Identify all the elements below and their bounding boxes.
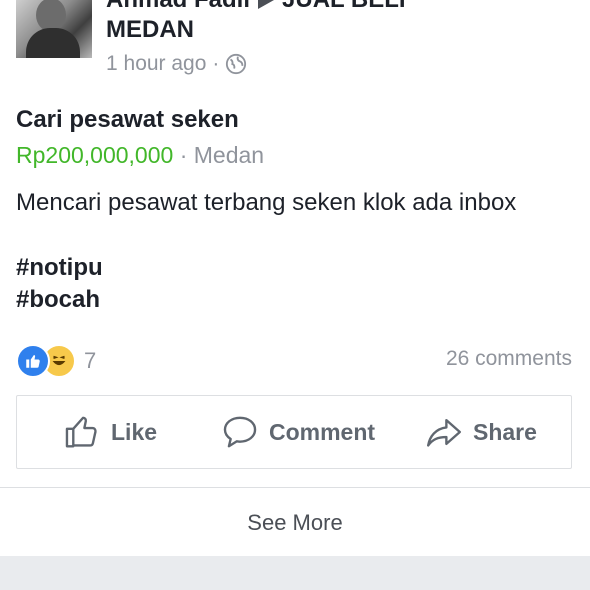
post-header: Ahmad Fadil JUAL BELI [106,0,406,14]
avatar-body [26,28,80,58]
see-more-link[interactable]: See More [0,510,590,536]
group-name[interactable]: MEDAN [106,16,194,44]
like-label: Like [111,418,158,445]
author-name[interactable]: Ahmad Fadil [106,0,250,14]
speech-bubble-icon [223,416,257,448]
share-label: Share [473,418,537,445]
listing-price: Rp200,000,000 [16,142,174,168]
comment-label: Comment [269,418,376,445]
divider [0,487,590,488]
action-bar: Like Comment Share [16,395,572,469]
thumbs-up-outline-icon [65,416,97,448]
hashtag-notipu[interactable]: #notipu [16,254,103,282]
thumbs-up-icon [16,344,50,378]
meta-separator: · [212,52,220,75]
reactions-summary[interactable]: 7 [16,344,96,378]
post-meta: 1 hour ago · [106,52,247,76]
hashtag-bocah[interactable]: #bocah [16,286,100,314]
arrow-right-icon [258,0,275,9]
listing-title: Cari pesawat seken [16,106,239,133]
listing-location: Medan [193,142,265,168]
share-arrow-icon [426,418,462,447]
listing-price-line: Rp200,000,000 · Medan [16,142,264,169]
avatar[interactable] [16,0,92,58]
comments-count[interactable]: 26 comments [446,347,572,371]
group-name-prefix[interactable]: JUAL BELI [282,0,406,14]
price-separator: · [179,142,188,168]
comment-button[interactable]: Comment [221,396,375,468]
post-time[interactable]: 1 hour ago [106,52,206,76]
globe-icon[interactable] [225,53,247,75]
share-button[interactable]: Share [425,396,537,468]
like-button[interactable]: Like [63,396,157,468]
listing-description: Mencari pesawat terbang seken klok ada i… [16,189,517,216]
reaction-count: 7 [84,348,97,373]
feed-gap [0,556,590,590]
